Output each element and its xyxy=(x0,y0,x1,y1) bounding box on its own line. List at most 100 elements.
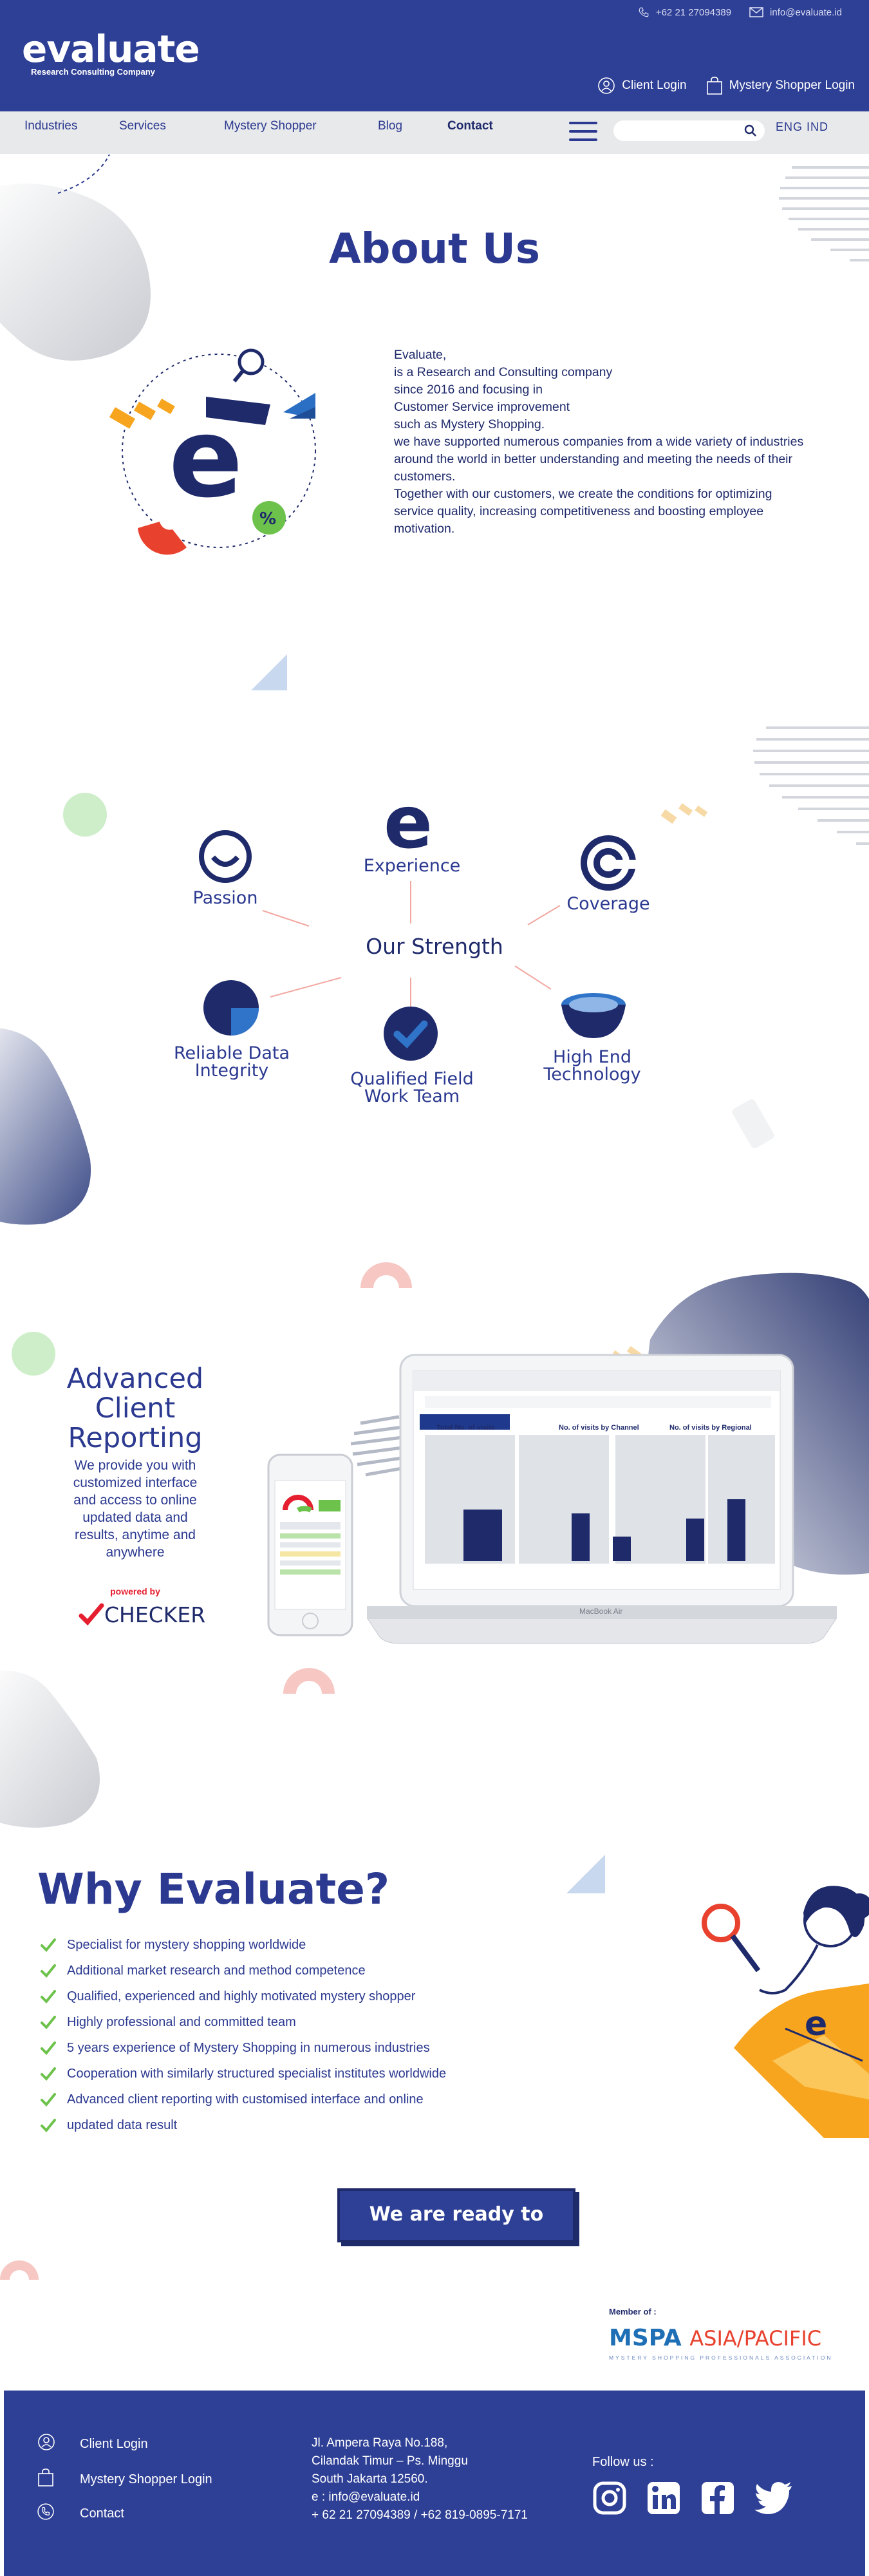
reporting-description: We provide you with customized interface… xyxy=(73,1458,198,1560)
why-title: Why Evaluate? xyxy=(37,1864,390,1914)
footer-contact[interactable]: Contact xyxy=(37,2503,124,2524)
check-icon xyxy=(41,2016,56,2029)
phone-mockup xyxy=(267,1454,353,1636)
screen-chart-title: Total No. of visits xyxy=(436,1424,495,1432)
why-item-text: Qualified, experienced and highly motiva… xyxy=(67,1989,416,2003)
why-item: Cooperation with similarly structured sp… xyxy=(37,2061,446,2087)
bars-icon xyxy=(109,398,175,429)
mspa-subtitle: MYSTERY SHOPPING PROFESSIONALS ASSOCIATI… xyxy=(609,2354,833,2361)
twitter-icon[interactable] xyxy=(754,2481,793,2515)
search-icon[interactable] xyxy=(744,124,757,137)
footer-link-label: Client Login xyxy=(80,2436,148,2451)
mspa-logo[interactable]: MSPA ASIA/PACIFIC xyxy=(609,2325,821,2351)
phone-icon xyxy=(639,7,649,17)
nav-industries[interactable]: Industries xyxy=(24,119,77,133)
about-line: Customer Service improvement xyxy=(394,400,570,414)
ready-to-help-button[interactable]: We are ready to help! xyxy=(337,2188,575,2273)
phone-number: +62 21 27094389 xyxy=(655,6,732,18)
svg-text:%: % xyxy=(259,509,276,529)
check-icon xyxy=(41,1990,56,2003)
logo-text: evaluate xyxy=(22,27,200,71)
magnifier-icon xyxy=(702,1904,761,1973)
mspa-region: ASIA/PACIFIC xyxy=(689,2326,822,2351)
about-line: is a Research and Consulting company xyxy=(394,365,613,379)
about-line: Together with our customers, we create t… xyxy=(394,487,772,536)
nav-contact[interactable]: Contact xyxy=(447,119,493,133)
user-icon xyxy=(38,2434,55,2450)
why-item-text: Specialist for mystery shopping worldwid… xyxy=(67,1937,306,1952)
shopper-login-label: Mystery Shopper Login xyxy=(729,79,855,92)
address-line: e : info@evaluate.id xyxy=(312,2490,420,2504)
facebook-icon[interactable] xyxy=(700,2481,735,2515)
check-icon xyxy=(41,1964,56,1978)
follow-us-label: Follow us : xyxy=(592,2455,654,2469)
client-login-link[interactable]: Client Login xyxy=(597,76,687,95)
footer-shopper-login[interactable]: Mystery Shopper Login xyxy=(37,2468,212,2491)
site-header: evaluate Research Consulting Company +62… xyxy=(0,0,869,111)
check-icon xyxy=(41,1938,56,1952)
why-item: Highly professional and committed team xyxy=(37,2009,446,2035)
footer-client-login[interactable]: Client Login xyxy=(37,2433,148,2455)
login-links: Client Login Mystery Shopper Login xyxy=(597,76,855,95)
email-address: info@evaluate.id xyxy=(770,6,842,18)
nav-blog[interactable]: Blog xyxy=(378,119,402,133)
check-icon xyxy=(41,2041,56,2055)
mail-icon xyxy=(749,7,763,17)
semicircle-icon xyxy=(138,522,187,555)
check-icon xyxy=(41,2067,56,2081)
checkmark-badge-icon xyxy=(384,1007,438,1061)
footer-address: Jl. Ampera Raya No.188, Cilandak Timur –… xyxy=(312,2434,528,2524)
instagram-icon[interactable] xyxy=(592,2481,627,2515)
user-icon xyxy=(598,77,615,94)
why-item: 5 years experience of Mystery Shopping i… xyxy=(37,2035,446,2061)
why-item-text: Cooperation with similarly structured sp… xyxy=(67,2066,447,2081)
check-icon xyxy=(41,2119,56,2132)
shopping-bag-icon xyxy=(38,2468,53,2486)
address-line: Cilandak Timur – Ps. Minggu xyxy=(312,2454,468,2468)
menu-button[interactable] xyxy=(569,122,597,144)
why-list: Specialist for mystery shopping worldwid… xyxy=(37,1932,446,2138)
member-of-label: Member of : xyxy=(609,2307,657,2316)
about-line: such as Mystery Shopping. xyxy=(394,417,545,431)
mspa-text: MSPA xyxy=(609,2325,682,2351)
about-description: Evaluate, is a Research and Consulting c… xyxy=(394,346,812,538)
strength-high-end-tech: High End Technology xyxy=(543,1047,641,1084)
strength-coverage: Coverage xyxy=(566,894,650,914)
nav-services[interactable]: Services xyxy=(119,119,166,133)
search-input[interactable] xyxy=(613,120,765,141)
why-item-text: Advanced client reporting with customise… xyxy=(67,2092,424,2107)
laptop-mockup: Total No. of visits No. of visits by Cha… xyxy=(367,1354,837,1644)
about-title: About Us xyxy=(329,225,540,273)
laptop-brand-label: MacBook Air xyxy=(579,1607,622,1616)
strength-qualified-team: Qualified Field Work Team xyxy=(350,1069,474,1106)
why-item-text: Highly professional and committed team xyxy=(67,2014,296,2029)
logo[interactable]: evaluate Research Consulting Company xyxy=(22,27,200,77)
pie-icon xyxy=(203,980,259,1036)
why-item-text: Additional market research and method co… xyxy=(67,1963,366,1978)
powered-by-label: powered by xyxy=(110,1586,160,1596)
strength-reliable-data: Reliable Data Integrity xyxy=(173,1043,290,1081)
why-item-text: 5 years experience of Mystery Shopping i… xyxy=(67,2040,430,2055)
why-item: Additional market research and method co… xyxy=(37,1958,446,1984)
menu-bar xyxy=(569,138,597,141)
reporting-title: Advanced Client Reporting xyxy=(66,1363,204,1454)
language-switch[interactable]: ENG IND xyxy=(776,120,828,134)
red-check-icon xyxy=(79,1603,104,1626)
strength-title: Our Strength xyxy=(366,934,503,959)
nav-mystery-shopper[interactable]: Mystery Shopper xyxy=(224,119,317,133)
footer-link-label: Mystery Shopper Login xyxy=(80,2472,212,2486)
menu-bar xyxy=(569,130,597,133)
email-link[interactable]: info@evaluate.id xyxy=(749,6,842,18)
check-icon xyxy=(41,2093,56,2107)
phone-link[interactable]: +62 21 27094389 xyxy=(638,6,731,18)
shopper-login-link[interactable]: Mystery Shopper Login xyxy=(706,76,855,95)
client-login-label: Client Login xyxy=(622,79,687,92)
about-line: we have supported numerous companies fro… xyxy=(394,435,804,484)
strength-passion: Passion xyxy=(192,888,258,908)
strength-experience: Experience xyxy=(363,856,461,876)
coverage-icon xyxy=(581,835,637,891)
menu-bar xyxy=(569,122,597,124)
experience-icon: e xyxy=(384,791,433,853)
top-contact-bar: +62 21 27094389 info@evaluate.id xyxy=(638,6,842,18)
linkedin-icon[interactable] xyxy=(646,2481,681,2515)
